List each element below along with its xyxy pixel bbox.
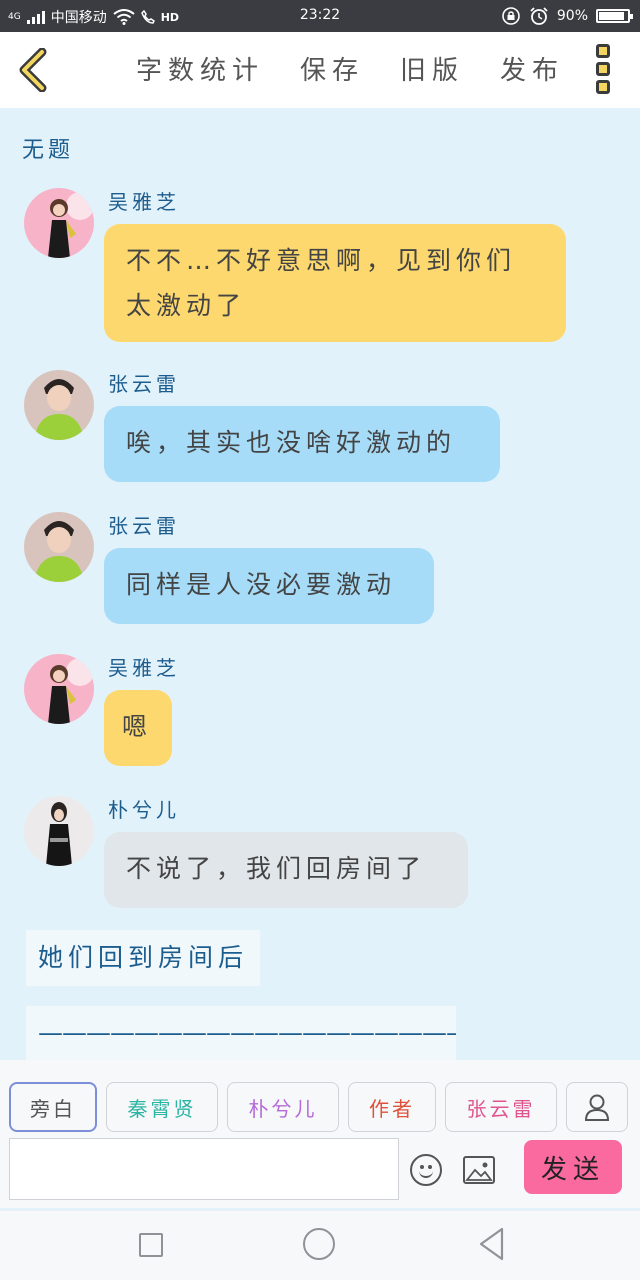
role-label: 作者 [369, 1096, 415, 1121]
sender-name: 张云雷 [108, 514, 180, 538]
back-chevron-icon[interactable] [14, 48, 54, 92]
chat-area[interactable]: 无题 吴雅芝 不不…不好意思啊，见到你们太激动了 张云雷 唉，其实也没啥好激动的… [0, 108, 640, 1060]
story-title: 无题 [22, 138, 75, 163]
role-label: 旁白 [30, 1096, 76, 1121]
user-icon[interactable] [566, 1082, 628, 1132]
system-nav-bar [0, 1210, 640, 1280]
status-bar: 4G 中国移动 HD 23:22 90% [0, 0, 640, 32]
word-count-button[interactable]: 字数统计 [136, 50, 264, 87]
alarm-icon [530, 7, 548, 25]
nav-recent-icon[interactable] [139, 1233, 163, 1257]
message-bubble[interactable]: 唉，其实也没啥好激动的 [104, 406, 500, 482]
message-bubble[interactable]: 不说了，我们回房间了 [104, 832, 468, 908]
battery-icon [596, 9, 633, 23]
editor-toolbar: 字数统计 保存 旧版 发布 [0, 32, 640, 108]
more-icon[interactable] [596, 44, 616, 94]
message-input[interactable] [9, 1138, 399, 1200]
avatar[interactable] [24, 370, 94, 440]
role-label: 张云雷 [466, 1096, 536, 1121]
battery-percent: 90% [556, 8, 588, 24]
sender-name: 朴兮儿 [108, 798, 180, 822]
status-right: 90% [501, 6, 633, 26]
message-bubble[interactable]: 同样是人没必要激动 [104, 548, 434, 624]
role-button-piao-xier[interactable]: 朴兮儿 [227, 1082, 339, 1132]
sender-name: 张云雷 [108, 372, 180, 396]
role-selector: 旁白 秦霄贤 朴兮儿 作者 张云雷 [9, 1082, 628, 1132]
message-bubble[interactable]: 嗯 [104, 690, 172, 766]
avatar[interactable] [24, 654, 94, 724]
send-button[interactable]: 发送 [524, 1140, 622, 1194]
avatar[interactable] [24, 188, 94, 258]
role-label: 朴兮儿 [248, 1096, 318, 1121]
nav-home-icon[interactable] [303, 1228, 335, 1260]
role-button-qin-xiaoxian[interactable]: 秦霄贤 [106, 1082, 218, 1132]
role-button-author[interactable]: 作者 [348, 1082, 436, 1132]
sender-name: 吴雅芝 [108, 656, 180, 680]
lock-rotation-icon [502, 7, 520, 25]
narration-block[interactable]: 她们回到房间后 [26, 930, 261, 986]
sender-name: 吴雅芝 [108, 190, 180, 214]
role-label: 秦霄贤 [127, 1096, 197, 1121]
save-button[interactable]: 保存 [300, 50, 364, 87]
image-icon[interactable] [463, 1156, 495, 1184]
avatar[interactable] [24, 796, 94, 866]
role-button-narrator[interactable]: 旁白 [9, 1082, 97, 1132]
avatar[interactable] [24, 512, 94, 582]
toolbar-menu: 字数统计 保存 旧版 发布 [136, 50, 564, 87]
input-panel: 旁白 秦霄贤 朴兮儿 作者 张云雷 发送 [0, 1060, 640, 1208]
message-bubble[interactable]: 不不…不好意思啊，见到你们太激动了 [104, 224, 566, 342]
narration-block[interactable]: —————————————————— [26, 1006, 456, 1060]
role-button-zhang-yunlei[interactable]: 张云雷 [445, 1082, 557, 1132]
nav-back-icon[interactable] [478, 1227, 506, 1261]
publish-button[interactable]: 发布 [500, 50, 564, 87]
old-version-button[interactable]: 旧版 [400, 50, 464, 87]
emoji-icon[interactable] [410, 1154, 442, 1186]
